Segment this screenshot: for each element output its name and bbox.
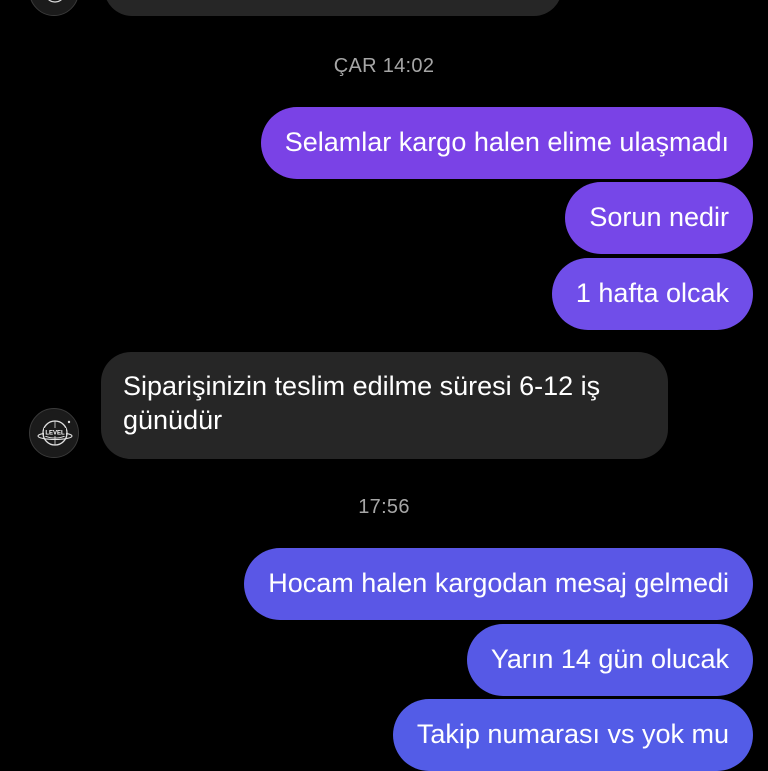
message-text: 1 hafta olcak: [575, 278, 729, 308]
timestamp: ÇAR 14:02: [333, 55, 435, 77]
message-bubble-outgoing[interactable]: Selamlar kargo halen elime ulaşmadı: [260, 107, 753, 179]
timestamp: 17:56: [358, 496, 410, 518]
message-text: Sorun nedir: [589, 202, 729, 232]
message-bubble-outgoing[interactable]: Yarın 14 gün olucak: [466, 624, 753, 696]
contact-avatar[interactable]: LEVEL: [29, 408, 79, 458]
message-text: Takip numarası vs yok mu: [416, 719, 729, 749]
chat-thread: ÇAR 14:02 Selamlar kargo halen elime ula…: [0, 0, 768, 771]
avatar-logo-text: LEVEL: [45, 431, 65, 437]
brand-logo-icon: [32, 0, 78, 15]
message-bubble-incoming[interactable]: Siparişinizin teslim edilme süresi 6-12 …: [101, 352, 668, 459]
message-text: Hocam halen kargodan mesaj gelmedi: [268, 568, 729, 598]
message-bubble-outgoing[interactable]: Sorun nedir: [565, 182, 753, 254]
message-text: Selamlar kargo halen elime ulaşmadı: [284, 127, 729, 157]
brand-logo-icon: LEVEL: [31, 410, 78, 457]
message-bubble-outgoing[interactable]: 1 hafta olcak: [551, 258, 753, 330]
message-text: Siparişinizin teslim edilme süresi 6-12 …: [123, 371, 601, 435]
message-bubble-outgoing[interactable]: Takip numarası vs yok mu: [392, 699, 753, 771]
message-bubble-outgoing[interactable]: Hocam halen kargodan mesaj gelmedi: [244, 548, 753, 620]
message-text: Yarın 14 gün olucak: [490, 644, 729, 674]
message-bubble-partial[interactable]: [104, 0, 562, 16]
contact-avatar-top[interactable]: [29, 0, 79, 16]
